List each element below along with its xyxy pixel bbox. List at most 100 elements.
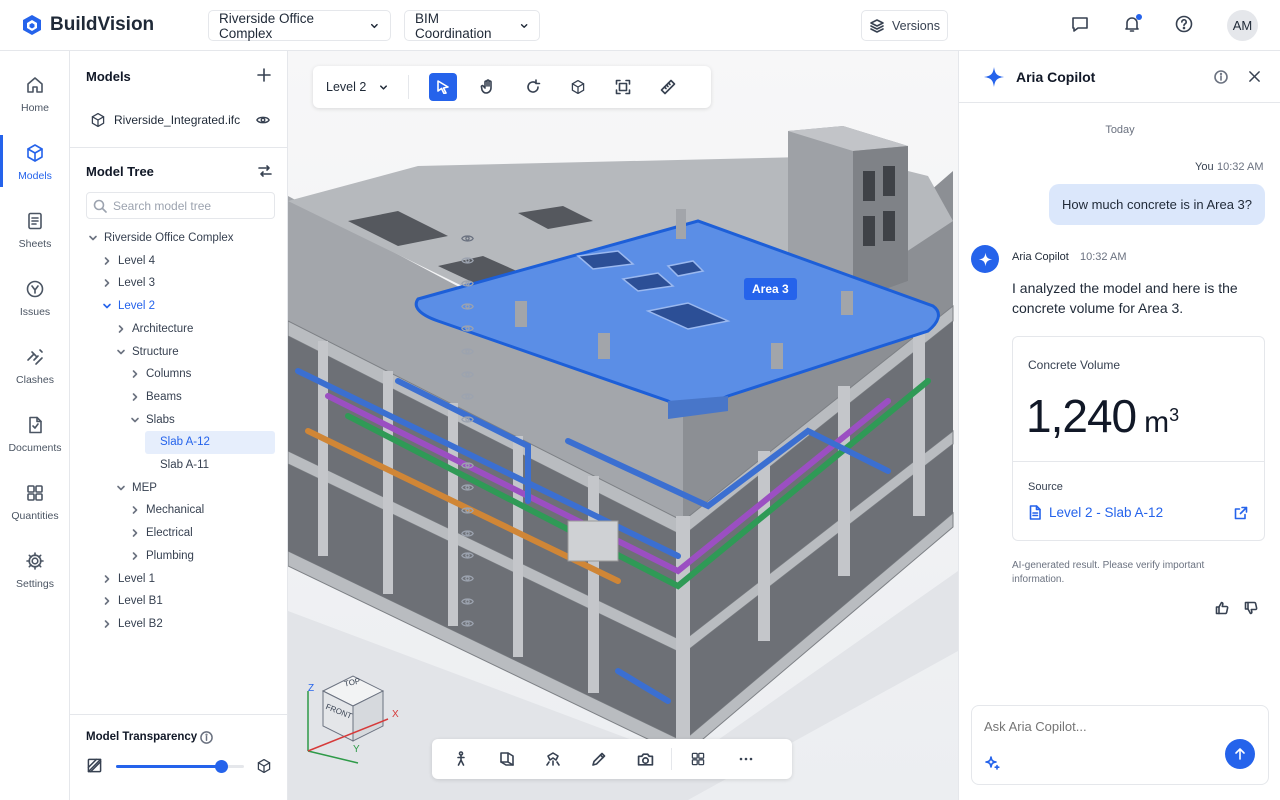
tree-item[interactable]: Level B2 bbox=[70, 613, 474, 635]
eye-icon[interactable] bbox=[461, 481, 474, 494]
eye-icon[interactable] bbox=[461, 413, 474, 426]
tree-item[interactable]: Level 4 bbox=[70, 250, 474, 272]
tree-item[interactable]: Level 2 bbox=[70, 295, 474, 317]
3d-viewport[interactable]: TOP FRONT Z X Y Area 3 Level 2 bbox=[288, 51, 958, 800]
eye-icon[interactable] bbox=[461, 549, 474, 562]
tree-item[interactable]: Columns bbox=[70, 363, 474, 385]
snapshot-button[interactable] bbox=[631, 745, 659, 773]
chevron-right-icon[interactable] bbox=[115, 323, 127, 335]
tree-search[interactable] bbox=[86, 192, 275, 219]
tree-settings-icon[interactable] bbox=[258, 164, 272, 178]
level-dropdown[interactable]: Level 2 bbox=[326, 80, 404, 94]
eye-icon[interactable] bbox=[461, 617, 474, 630]
nav-home[interactable]: Home bbox=[0, 71, 70, 131]
chevron-down-icon[interactable] bbox=[101, 300, 113, 312]
eye-icon[interactable] bbox=[461, 595, 474, 608]
avatar[interactable]: AM bbox=[1227, 10, 1258, 41]
tree-item[interactable]: Electrical bbox=[70, 522, 474, 544]
eye-icon[interactable] bbox=[461, 322, 474, 335]
chevron-right-icon[interactable] bbox=[101, 277, 113, 289]
chevron-right-icon[interactable] bbox=[101, 255, 113, 267]
chat-icon[interactable] bbox=[1071, 15, 1089, 33]
nav-clashes[interactable]: Clashes bbox=[0, 343, 70, 403]
slider-handle[interactable] bbox=[214, 760, 228, 773]
eye-icon[interactable] bbox=[461, 390, 474, 403]
nav-issues[interactable]: Issues bbox=[0, 275, 70, 335]
building-model-render[interactable] bbox=[288, 51, 958, 800]
chevron-down-icon[interactable] bbox=[115, 346, 127, 358]
pan-tool-button[interactable] bbox=[474, 73, 502, 101]
info-icon[interactable] bbox=[200, 731, 213, 744]
chevron-right-icon[interactable] bbox=[129, 504, 141, 516]
eye-icon[interactable] bbox=[461, 572, 474, 585]
chevron-right-icon[interactable] bbox=[101, 618, 113, 630]
send-button[interactable] bbox=[1225, 739, 1255, 769]
chevron-right-icon[interactable] bbox=[129, 527, 141, 539]
eye-icon[interactable] bbox=[461, 527, 474, 540]
nav-quantities[interactable]: Quantities bbox=[0, 479, 70, 539]
nav-models[interactable]: Models bbox=[0, 135, 70, 199]
tree-item[interactable]: Level 3 bbox=[70, 272, 474, 294]
workspace-dropdown[interactable]: BIM Coordination bbox=[404, 10, 540, 41]
walk-mode-button[interactable] bbox=[447, 745, 475, 773]
nav-documents[interactable]: Documents bbox=[0, 411, 70, 471]
add-model-icon[interactable] bbox=[257, 68, 271, 82]
help-icon[interactable] bbox=[1175, 15, 1193, 33]
more-options-button[interactable] bbox=[732, 745, 760, 773]
section-box-button[interactable] bbox=[493, 745, 521, 773]
measure-tool-button[interactable] bbox=[654, 73, 682, 101]
eye-icon[interactable] bbox=[461, 459, 474, 472]
chevron-right-icon[interactable] bbox=[101, 573, 113, 585]
chevron-right-icon[interactable] bbox=[101, 595, 113, 607]
tree-item[interactable]: Structure bbox=[70, 341, 474, 363]
tree-item[interactable]: Slab A-11 bbox=[70, 454, 474, 476]
nav-settings[interactable]: Settings bbox=[0, 547, 70, 607]
eye-icon[interactable] bbox=[461, 504, 474, 517]
tree-item[interactable]: Level 1 bbox=[70, 568, 474, 590]
fit-view-button[interactable] bbox=[609, 73, 637, 101]
app-logo[interactable]: BuildVision bbox=[22, 14, 154, 36]
tree-item[interactable]: Beams bbox=[70, 386, 474, 408]
eye-icon[interactable] bbox=[256, 113, 270, 127]
close-icon[interactable] bbox=[1248, 70, 1261, 83]
ai-sparkles-icon[interactable] bbox=[984, 755, 1000, 771]
eye-icon[interactable] bbox=[461, 277, 474, 290]
versions-button[interactable]: Versions bbox=[861, 10, 948, 41]
thumbs-down-icon[interactable] bbox=[1244, 601, 1258, 615]
select-tool-button[interactable] bbox=[429, 73, 457, 101]
markup-button[interactable] bbox=[585, 745, 613, 773]
thumbs-up-icon[interactable] bbox=[1215, 601, 1229, 615]
chevron-down-icon[interactable] bbox=[129, 414, 141, 426]
copilot-input-box[interactable] bbox=[971, 705, 1269, 785]
model-file-row[interactable]: Riverside_Integrated.ifc bbox=[70, 101, 288, 139]
notification-bell-icon[interactable] bbox=[1123, 14, 1142, 33]
info-icon[interactable] bbox=[1214, 70, 1228, 84]
chevron-right-icon[interactable] bbox=[129, 391, 141, 403]
tree-item[interactable]: Mechanical bbox=[70, 499, 474, 521]
grid-view-button[interactable] bbox=[684, 745, 712, 773]
tree-item[interactable]: Riverside Office Complex bbox=[70, 227, 474, 249]
chevron-down-icon[interactable] bbox=[115, 482, 127, 494]
explode-button[interactable] bbox=[539, 745, 567, 773]
tree-item[interactable]: Plumbing bbox=[70, 545, 474, 567]
source-link[interactable]: Level 2 - Slab A-12 bbox=[1028, 505, 1163, 520]
tree-item[interactable]: Level B1 bbox=[70, 590, 474, 612]
chevron-down-icon[interactable] bbox=[87, 232, 99, 244]
external-link-icon[interactable] bbox=[1234, 506, 1248, 520]
orbit-tool-button[interactable] bbox=[519, 73, 547, 101]
chevron-right-icon[interactable] bbox=[129, 550, 141, 562]
eye-icon[interactable] bbox=[461, 254, 474, 267]
transparency-slider[interactable] bbox=[116, 760, 244, 773]
copilot-input[interactable] bbox=[984, 719, 1244, 734]
eye-icon[interactable] bbox=[461, 232, 474, 245]
nav-sheets[interactable]: Sheets bbox=[0, 207, 70, 267]
3d-view-button[interactable] bbox=[564, 73, 592, 101]
tree-item[interactable]: Slabs bbox=[70, 409, 474, 431]
project-dropdown[interactable]: Riverside Office Complex bbox=[208, 10, 391, 41]
area-3-tag[interactable]: Area 3 bbox=[744, 278, 797, 300]
eye-icon[interactable] bbox=[461, 368, 474, 381]
chevron-right-icon[interactable] bbox=[129, 368, 141, 380]
eye-icon[interactable] bbox=[461, 300, 474, 313]
eye-icon[interactable] bbox=[461, 345, 474, 358]
tree-item[interactable]: Slab A-12 bbox=[70, 431, 288, 455]
